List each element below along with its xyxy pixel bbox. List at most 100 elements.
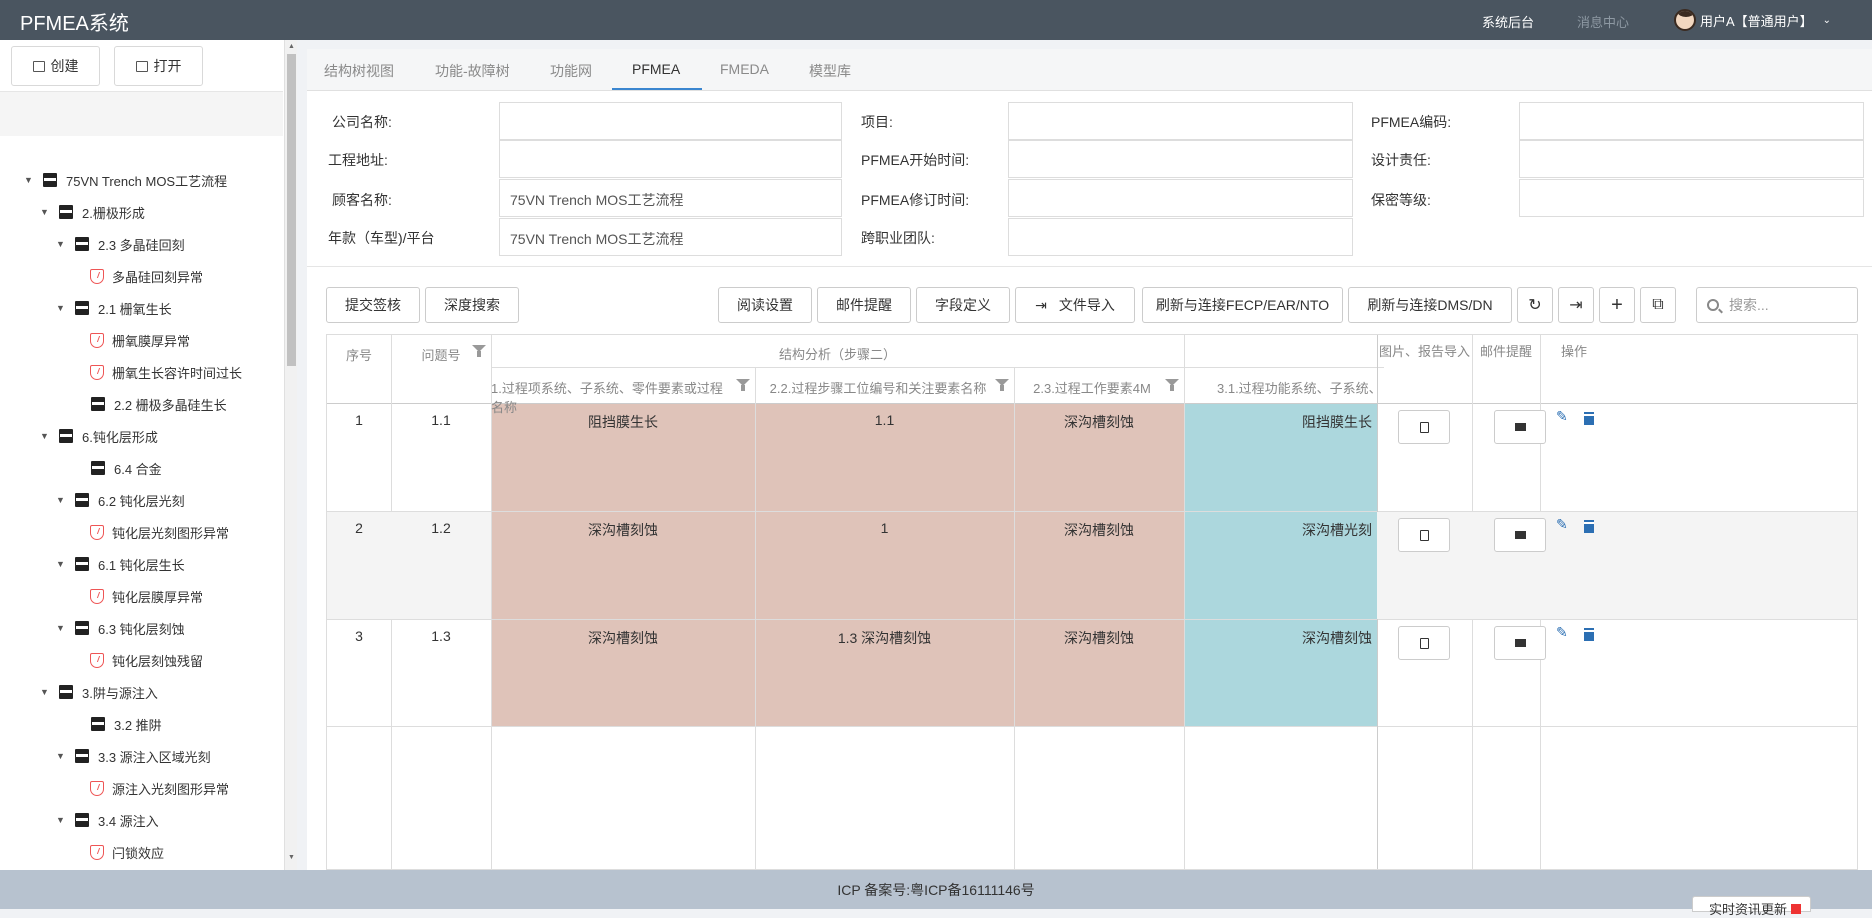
tab-structure-tree[interactable]: 结构树视图 [324,61,394,81]
cell-process-item[interactable]: 阻挡膜生长 [491,412,755,432]
header-col1[interactable]: 1.过程项系统、子系统、零件要素或过程名称 [491,378,731,416]
nav-admin-link[interactable]: 系统后台 [1482,12,1534,31]
edit-icon[interactable]: ✎ [1556,624,1568,641]
scroll-up-icon[interactable]: ▲ [288,43,295,50]
filter-icon[interactable] [472,345,486,357]
search-input[interactable]: 搜索... [1696,287,1858,323]
tree-node[interactable]: ▼ 2.3 多晶硅回刻 [56,233,185,255]
tab-model-library[interactable]: 模型库 [809,61,851,81]
filter-icon[interactable] [736,379,750,391]
tree-node[interactable]: 钝化层光刻图形异常 [90,521,229,543]
refresh-icon[interactable]: ↻ [1517,287,1553,323]
scroll-down-icon[interactable]: ▼ [288,854,295,861]
tree-node[interactable]: ▼ 3.3 源注入区域光刻 [56,745,211,767]
tree-node[interactable]: 栅氧生长容许时间过长 [90,361,242,383]
edit-icon[interactable]: ✎ [1556,516,1568,533]
mail-button[interactable] [1494,410,1546,444]
tree-node[interactable]: 钝化层刻蚀残留 [90,649,203,671]
cell-work-element[interactable]: 深沟槽刻蚀 [1014,520,1184,540]
import-report-button[interactable] [1398,626,1450,660]
mail-button[interactable] [1494,626,1546,660]
cell-process-step[interactable]: 1.1 [755,412,1014,428]
secrecy-field[interactable] [1519,179,1864,217]
add-icon[interactable]: + [1599,287,1635,323]
delete-icon[interactable] [1584,414,1594,425]
file-import-button[interactable]: ⇥ 文件导入 [1015,287,1135,323]
caret-down-icon[interactable]: ▼ [56,559,66,569]
delete-icon[interactable] [1584,522,1594,533]
cell-issue[interactable]: 1.1 [391,412,491,428]
cell-seq[interactable]: 3 [327,628,391,644]
caret-down-icon[interactable]: ▼ [56,495,66,505]
tree-node[interactable]: 3.2 推阱 [72,713,162,735]
user-menu[interactable]: 用户A【普通用户】 ⌄ [1674,9,1831,31]
model-year-field[interactable]: 75VN Trench MOS工艺流程 [499,218,842,256]
cell-seq[interactable]: 2 [327,520,391,536]
caret-down-icon[interactable]: ▼ [56,623,66,633]
tree-node[interactable]: ▼ 3.阱与源注入 [40,681,158,703]
realtime-news-tab[interactable]: 实时资讯更新 [1692,896,1811,917]
filter-icon[interactable] [1165,379,1179,391]
tree-node[interactable]: ▼ 2.1 栅氧生长 [56,297,172,319]
tree-node[interactable]: 闩锁效应 [90,841,164,863]
import-report-button[interactable] [1398,410,1450,444]
cell-process-step[interactable]: 1 [755,520,1014,536]
pfmea-code-field[interactable] [1519,102,1864,140]
sidebar-scrollbar[interactable]: ▲ ▼ [284,40,297,870]
cell-process-item[interactable]: 深沟槽刻蚀 [491,520,755,540]
tree-node[interactable]: 2.2 栅极多晶硅生长 [72,393,227,415]
caret-down-icon[interactable]: ▼ [56,751,66,761]
cell-work-element[interactable]: 深沟槽刻蚀 [1014,628,1184,648]
refresh-fecp-button[interactable]: 刷新与连接FECP/EAR/NTO [1142,287,1343,323]
cell-process-function[interactable]: 深沟槽刻蚀 [1184,628,1372,648]
tree-node[interactable]: ▼ 6.钝化层形成 [40,425,158,447]
tab-function-net[interactable]: 功能网 [550,61,592,81]
cell-seq[interactable]: 1 [327,412,391,428]
read-settings-button[interactable]: 阅读设置 [718,287,812,323]
tab-pfmea[interactable]: PFMEA [632,61,680,77]
tree-node[interactable]: ▼ 6.1 钝化层生长 [56,553,185,575]
cell-process-function[interactable]: 深沟槽光刻 [1184,520,1372,540]
mail-remind-button[interactable]: 邮件提醒 [817,287,911,323]
site-field[interactable] [499,140,842,178]
cell-process-function[interactable]: 阻挡膜生长 [1184,412,1372,432]
header-col4[interactable]: 3.1.过程功能系统、子系统、零件 [1217,378,1377,397]
tree-node[interactable]: ▼ 2.栅极形成 [40,201,145,223]
tree-node[interactable]: ▼ 3.4 源注入 [56,809,159,831]
customer-field[interactable]: 75VN Trench MOS工艺流程 [499,179,842,217]
deep-search-button[interactable]: 深度搜索 [425,287,519,323]
project-field[interactable] [1008,102,1353,140]
cell-process-item[interactable]: 深沟槽刻蚀 [491,628,755,648]
create-button[interactable]: 创建 [11,46,100,86]
field-definition-button[interactable]: 字段定义 [916,287,1010,323]
caret-down-icon[interactable]: ▼ [40,431,50,441]
tree-node[interactable]: 钝化层膜厚异常 [90,585,203,607]
submit-signoff-button[interactable]: 提交签核 [326,287,420,323]
delete-icon[interactable] [1584,630,1594,641]
start-time-field[interactable] [1008,140,1353,178]
columns-icon[interactable]: ⧉ [1640,287,1676,323]
tree-node[interactable]: 多晶硅回刻异常 [90,265,203,287]
caret-down-icon[interactable]: ▼ [56,239,66,249]
tree-node[interactable]: ▼ 75VN Trench MOS工艺流程 [24,169,227,191]
open-button[interactable]: 打开 [114,46,203,86]
caret-down-icon[interactable]: ▼ [40,687,50,697]
tree-node[interactable]: 栅氧膜厚异常 [90,329,190,351]
cell-process-step[interactable]: 1.3 深沟槽刻蚀 [755,628,1014,648]
design-owner-field[interactable] [1519,140,1864,178]
caret-down-icon[interactable]: ▼ [56,303,66,313]
edit-icon[interactable]: ✎ [1556,408,1568,425]
tree-node[interactable]: ▼ 6.3 钝化层刻蚀 [56,617,185,639]
refresh-dms-button[interactable]: 刷新与连接DMS/DN [1348,287,1512,323]
cell-work-element[interactable]: 深沟槽刻蚀 [1014,412,1184,432]
tab-function-fault-tree[interactable]: 功能-故障树 [435,61,510,81]
caret-down-icon[interactable]: ▼ [40,207,50,217]
revise-time-field[interactable] [1008,179,1353,217]
cell-issue[interactable]: 1.3 [391,628,491,644]
team-field[interactable] [1008,218,1353,256]
filter-icon[interactable] [995,379,1009,391]
tree-node[interactable]: 6.4 合金 [72,457,162,479]
caret-down-icon[interactable]: ▼ [24,175,34,185]
export-icon[interactable]: ⇥ [1558,287,1594,323]
cell-issue[interactable]: 1.2 [391,520,491,536]
